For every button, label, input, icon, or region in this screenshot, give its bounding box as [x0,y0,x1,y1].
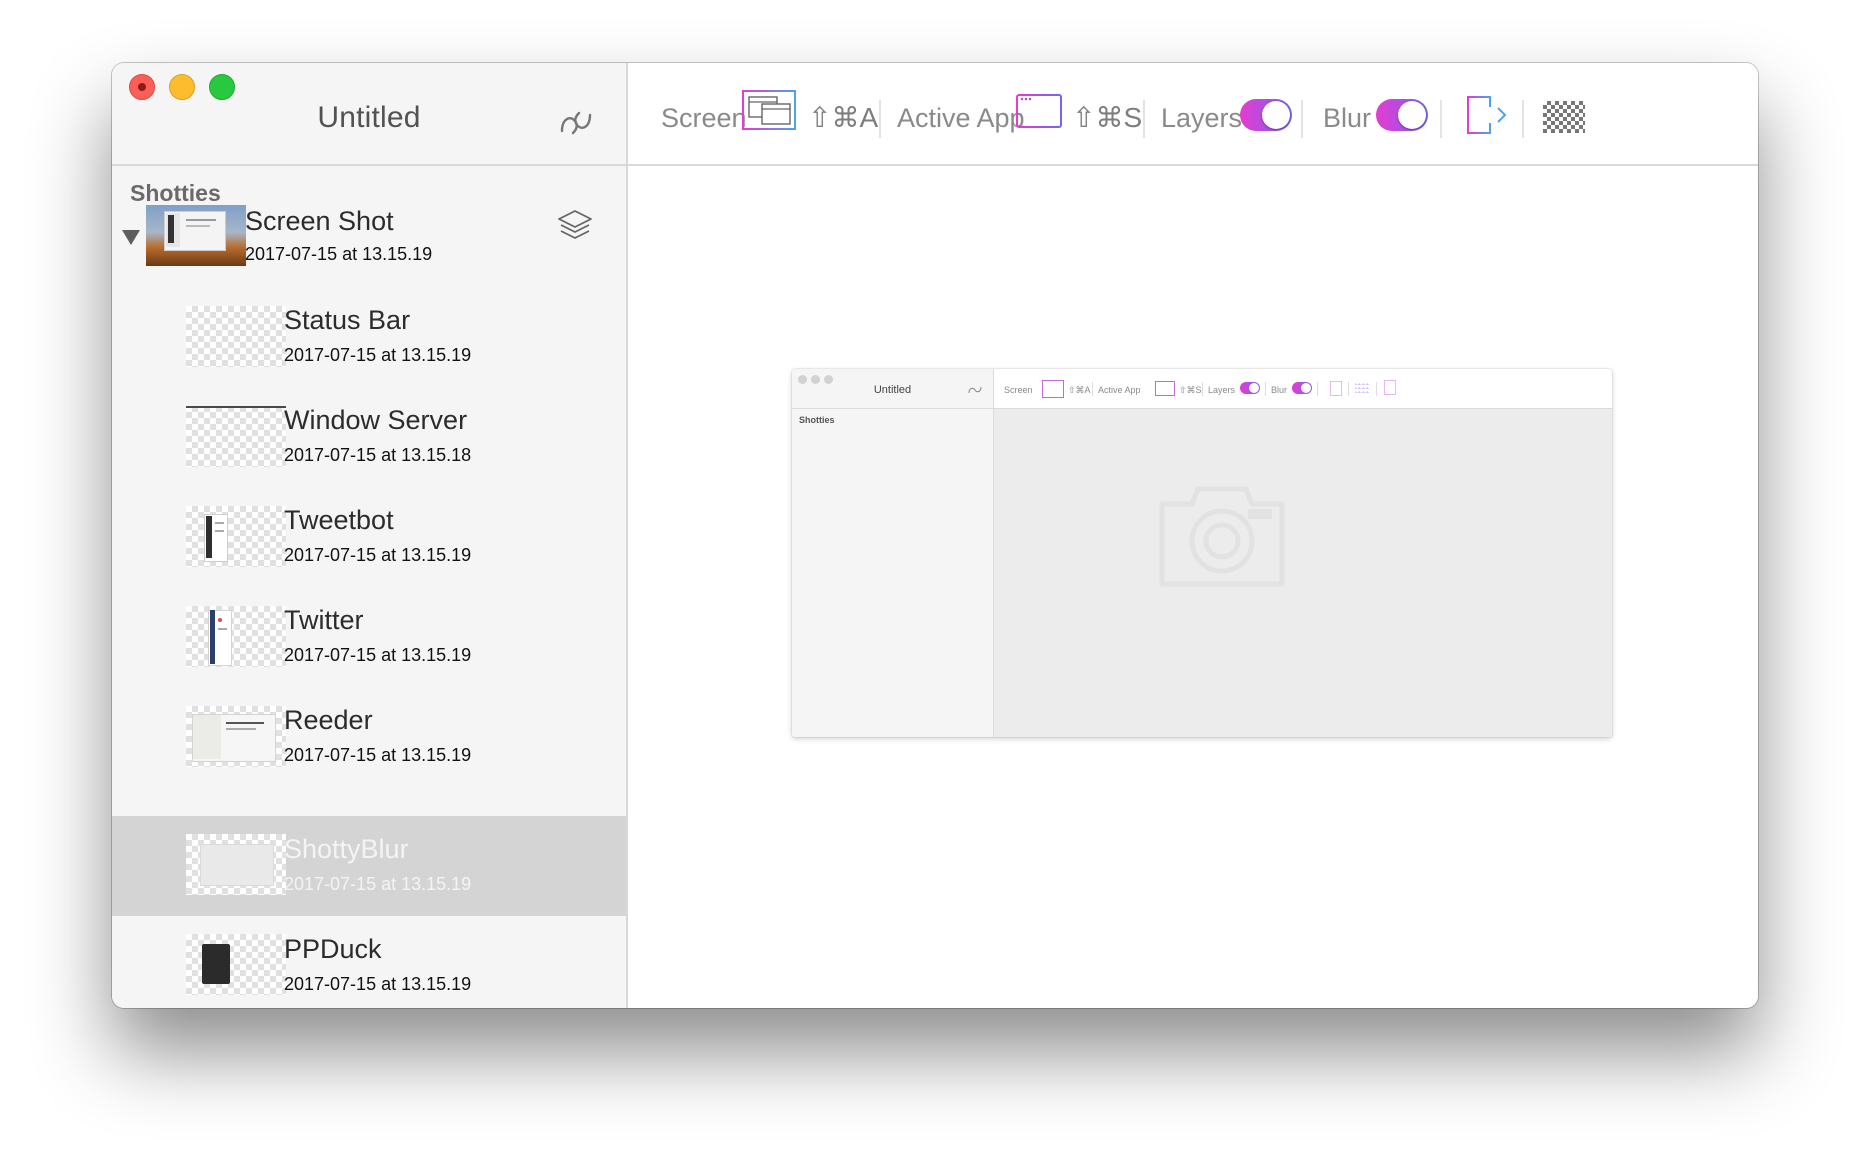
preview-separator [1317,382,1318,396]
item-date: 2017-07-15 at 13.15.19 [284,974,472,994]
item-date: 2017-07-15 at 13.15.18 [284,445,472,465]
preview-separator [1348,382,1349,396]
thumbnail [186,306,286,367]
item-title: ShottyBlur [284,834,409,864]
toolbar-separator [879,100,881,138]
item-date: 2017-07-15 at 13.15.19 [284,745,472,765]
item-date: 2017-07-15 at 13.15.19 [245,244,433,264]
item-title: Screen Shot [245,206,394,236]
thumbnail [186,606,286,667]
preview-traffic-light [798,375,807,384]
toolbar-separator [1143,100,1145,138]
preview-share-icon [1384,380,1396,395]
thumbnail [186,706,286,767]
camera-icon [1159,486,1285,587]
active-app-shortcut: ⇧⌘S [1072,102,1143,133]
link-icon[interactable] [556,103,596,143]
item-title: Reeder [284,705,373,735]
preview-section-title: Shotties [799,415,835,425]
preview-layers-toggle [1240,382,1260,394]
preview-separator [1092,382,1093,396]
minimize-button[interactable] [169,74,195,100]
blur-toggle[interactable] [1376,99,1428,131]
preview-separator [1376,382,1377,396]
zoom-button[interactable] [209,74,235,100]
preview-separator [1202,382,1203,396]
list-item[interactable]: Tweetbot 2017-07-15 at 13.15.19 [112,495,626,595]
preview-layers-label: Layers [1208,385,1236,395]
preview-link-icon [968,386,982,394]
window-title: Untitled [317,101,421,134]
preview-screen-label: Screen [1004,385,1033,395]
active-app-capture-icon[interactable] [1016,94,1062,128]
preview-blur-label: Blur [1271,385,1288,395]
thumbnail [186,406,286,467]
blur-label: Blur [1323,103,1372,133]
item-date: 2017-07-15 at 13.15.19 [284,545,472,565]
list-item[interactable]: Reeder 2017-07-15 at 13.15.19 [112,695,626,795]
preview-blur-toggle [1292,382,1312,394]
list-item[interactable]: Window Server 2017-07-15 at 13.15.18 [112,395,626,495]
thumbnail [186,506,286,567]
toolbar: Screen ⇧⌘A Active App ⇧⌘S Layers Blur [628,63,1758,166]
preview-active-app-icon [1155,381,1175,396]
preview-active-app-label: Active App [1098,385,1141,395]
thumbnail [186,934,286,995]
list-item[interactable]: Twitter 2017-07-15 at 13.15.19 [112,595,626,695]
item-title: Twitter [284,605,364,635]
export-icon[interactable] [1466,93,1508,135]
layers-label: Layers [1161,103,1243,133]
preview-screen-shortcut: ⇧⌘A [1068,385,1091,395]
preview-sidebar-titlebar: Untitled [792,369,994,409]
toolbar-separator [1440,100,1442,138]
toolbar-separator [1301,100,1303,138]
sidebar: Untitled Shotties Screen Shot 2017-07-15… [112,63,628,1008]
thumbnail [146,205,246,266]
list-item[interactable]: PPDuck 2017-07-15 at 13.15.19 [112,916,626,1008]
layers-toggle[interactable] [1240,99,1292,131]
item-title: PPDuck [284,934,382,964]
sidebar-titlebar: Untitled [112,63,626,166]
preview-traffic-light [811,375,820,384]
thumbnail [186,834,286,895]
preview-window-title: Untitled [873,384,912,396]
item-date: 2017-07-15 at 13.15.19 [284,345,472,365]
screen-shortcut: ⇧⌘A [808,102,879,133]
disclosure-triangle-icon[interactable] [122,230,140,245]
item-date: 2017-07-15 at 13.15.19 [284,645,472,665]
item-title: Window Server [284,405,468,435]
checkerboard-icon[interactable] [1543,101,1585,133]
list-item-parent[interactable]: Screen Shot 2017-07-15 at 13.15.19 [112,194,626,294]
item-title: Status Bar [284,305,411,335]
screenshot-preview: Screen ⇧⌘A Active App ⇧⌘S Layers Blur Un… [792,369,1612,737]
item-date: 2017-07-15 at 13.15.19 [284,874,472,894]
preview-separator [1265,382,1266,396]
layers-icon[interactable] [556,208,594,244]
preview-screen-icon [1042,380,1064,398]
item-title: Tweetbot [284,505,394,535]
preview-traffic-light [824,375,833,384]
screen-label[interactable]: Screen [661,103,747,134]
preview-checkerboard-icon [1355,381,1369,393]
close-button[interactable] [129,74,155,100]
list-item[interactable]: Status Bar 2017-07-15 at 13.15.19 [112,295,626,395]
preview-active-app-shortcut: ⇧⌘S [1179,385,1202,395]
screen-capture-icon[interactable] [742,90,796,130]
active-app-label[interactable]: Active App [897,103,1025,134]
list-item-selected[interactable]: ShottyBlur 2017-07-15 at 13.15.19 [112,816,626,916]
toolbar-separator [1522,100,1524,138]
preview-export-icon [1330,381,1342,396]
